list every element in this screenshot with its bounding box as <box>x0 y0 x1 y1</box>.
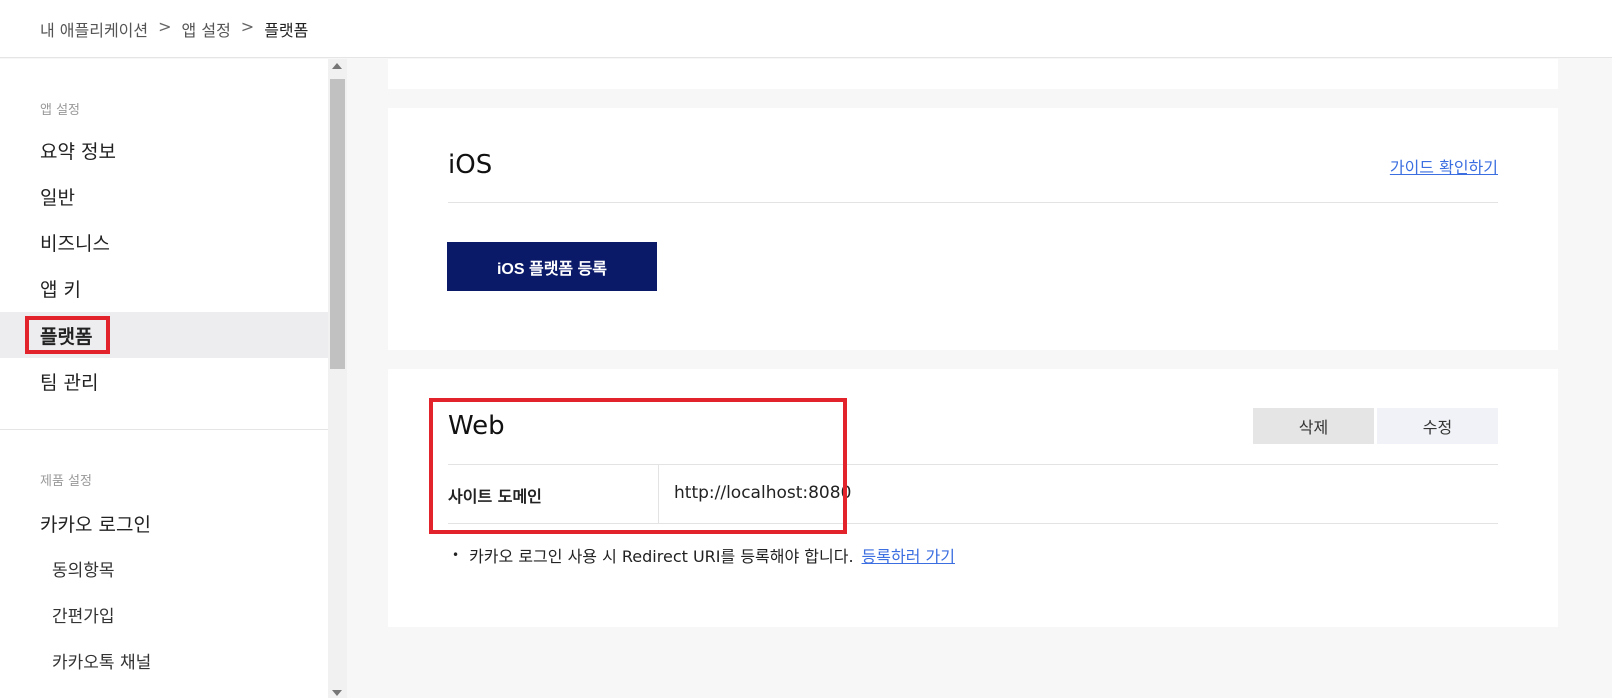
sidebar-item-label: 팀 관리 <box>40 371 99 394</box>
sidebar-subitem-consent[interactable]: 동의항목 <box>52 556 115 581</box>
highlight-box <box>25 316 110 354</box>
scroll-down-arrow-icon[interactable] <box>332 690 342 696</box>
sidebar-item-general[interactable]: 일반 <box>0 173 328 219</box>
highlight-box <box>429 398 847 534</box>
ios-card: iOS 가이드 확인하기 iOS 플랫폼 등록 <box>388 108 1558 350</box>
edit-button[interactable]: 수정 <box>1377 408 1498 444</box>
sidebar-item-label: 비즈니스 <box>40 232 110 255</box>
sidebar-section-product-settings: 제품 설정 <box>40 474 92 489</box>
scroll-thumb[interactable] <box>330 79 345 369</box>
delete-button[interactable]: 삭제 <box>1253 408 1374 444</box>
sidebar-item-kakao-login[interactable]: 카카오 로그인 <box>0 500 328 546</box>
note-text: 카카오 로그인 사용 시 Redirect URI를 등록해야 합니다. <box>469 547 854 566</box>
sidebar-item-label: 요약 정보 <box>40 140 116 163</box>
breadcrumb: 내 애플리케이션 > 앱 설정 > 플랫폼 <box>40 17 308 41</box>
sidebar-divider <box>0 429 328 430</box>
breadcrumb-separator: > <box>240 17 255 36</box>
top-bar: 내 애플리케이션 > 앱 설정 > 플랫폼 <box>0 0 1612 58</box>
redirect-uri-note: • 카카오 로그인 사용 시 Redirect URI를 등록해야 합니다. 등… <box>452 543 955 567</box>
ios-register-button[interactable]: iOS 플랫폼 등록 <box>447 242 657 291</box>
breadcrumb-my-apps[interactable]: 내 애플리케이션 <box>40 17 148 41</box>
sidebar-item-platform[interactable]: 플랫폼 <box>0 312 328 358</box>
register-redirect-link[interactable]: 등록하러 가기 <box>862 543 955 567</box>
sidebar-item-label: 앱 키 <box>40 278 81 301</box>
sidebar-item-summary[interactable]: 요약 정보 <box>0 127 328 173</box>
guide-link[interactable]: 가이드 확인하기 <box>1390 154 1498 178</box>
sidebar-section-app-settings: 앱 설정 <box>40 103 81 118</box>
sidebar-item-app-key[interactable]: 앱 키 <box>0 265 328 311</box>
sidebar-item-business[interactable]: 비즈니스 <box>0 219 328 265</box>
scroll-up-arrow-icon[interactable] <box>332 63 342 69</box>
sidebar-item-label: 카카오 로그인 <box>40 513 151 536</box>
ios-divider <box>448 202 1498 203</box>
web-card: Web 삭제 수정 사이트 도메인 http://localhost:8080 … <box>388 369 1558 627</box>
ios-title: iOS <box>448 150 493 180</box>
top-card <box>388 59 1558 89</box>
sidebar-item-label: 일반 <box>40 186 75 209</box>
breadcrumb-separator: > <box>158 17 172 36</box>
sidebar-subitem-kakaotalk-channel[interactable]: 카카오톡 채널 <box>52 648 151 673</box>
bullet-icon: • <box>452 548 460 562</box>
sidebar-item-team[interactable]: 팀 관리 <box>0 358 328 404</box>
sidebar: 앱 설정 요약 정보 일반 비즈니스 앱 키 플랫폼 팀 관리 제품 설정 카카… <box>0 59 328 698</box>
sidebar-subitem-simple-signup[interactable]: 간편가입 <box>52 602 115 627</box>
sidebar-scrollbar[interactable] <box>328 59 347 698</box>
breadcrumb-platform: 플랫폼 <box>264 21 309 40</box>
breadcrumb-app-settings[interactable]: 앱 설정 <box>182 17 231 41</box>
